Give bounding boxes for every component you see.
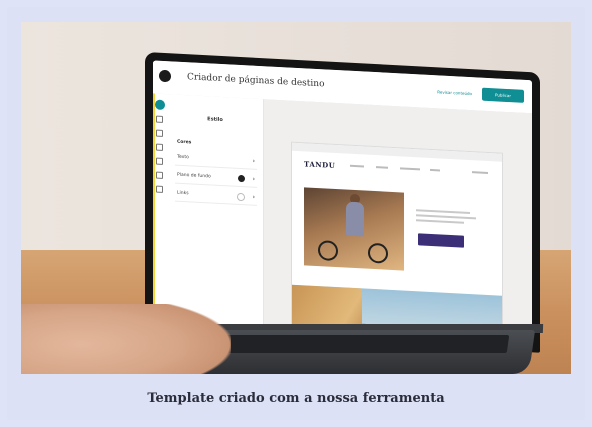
color-swatch [237, 192, 245, 202]
image-caption: Template criado com a nossa ferramenta [147, 391, 445, 406]
chevron-right-icon: › [252, 175, 255, 183]
browser-bar [292, 142, 502, 162]
tool-rail [153, 93, 168, 330]
settings-tool-icon[interactable] [156, 185, 163, 193]
site-nav [350, 164, 490, 175]
panel-title: Estilo [207, 116, 223, 124]
link-tool-icon[interactable] [156, 129, 163, 137]
review-link[interactable]: Revisar conteúdo [437, 89, 472, 96]
app-title: Criador de páginas de destino [187, 72, 325, 90]
hero-text-block [416, 209, 476, 227]
publish-button[interactable]: Publicar [482, 87, 524, 103]
color-row-label: Links [177, 190, 189, 197]
color-row-background[interactable]: Plano de fundo › [175, 168, 257, 188]
preview-canvas: TANDU [264, 99, 532, 349]
layout-tool-icon[interactable] [156, 115, 163, 123]
laptop-photo: Criador de páginas de destino Revisar co… [21, 22, 571, 374]
hero-cta-button[interactable] [418, 233, 464, 248]
image-tool-icon[interactable] [156, 157, 163, 165]
section-tool-icon[interactable] [156, 171, 163, 179]
style-panel: Estilo Cores Texto › Plano de fundo › Li… [167, 94, 264, 335]
app-logo-icon [159, 69, 171, 83]
panel-section-title: Cores [177, 139, 192, 146]
style-tool-icon[interactable] [155, 99, 165, 111]
color-row-label: Plano de fundo [177, 172, 211, 180]
landing-page-preview[interactable]: TANDU [292, 142, 502, 349]
color-swatch [238, 174, 245, 183]
rail-accent-stripe [153, 93, 155, 329]
hand [21, 304, 231, 374]
chevron-right-icon: › [252, 193, 255, 201]
color-row-label: Texto [177, 154, 189, 161]
site-brand: TANDU [304, 159, 336, 170]
chevron-right-icon: › [252, 157, 255, 165]
color-row-text[interactable]: Texto › [175, 150, 257, 170]
text-tool-icon[interactable] [156, 143, 163, 151]
color-row-links[interactable]: Links › [175, 186, 257, 206]
hero-cyclist-image [304, 187, 404, 271]
